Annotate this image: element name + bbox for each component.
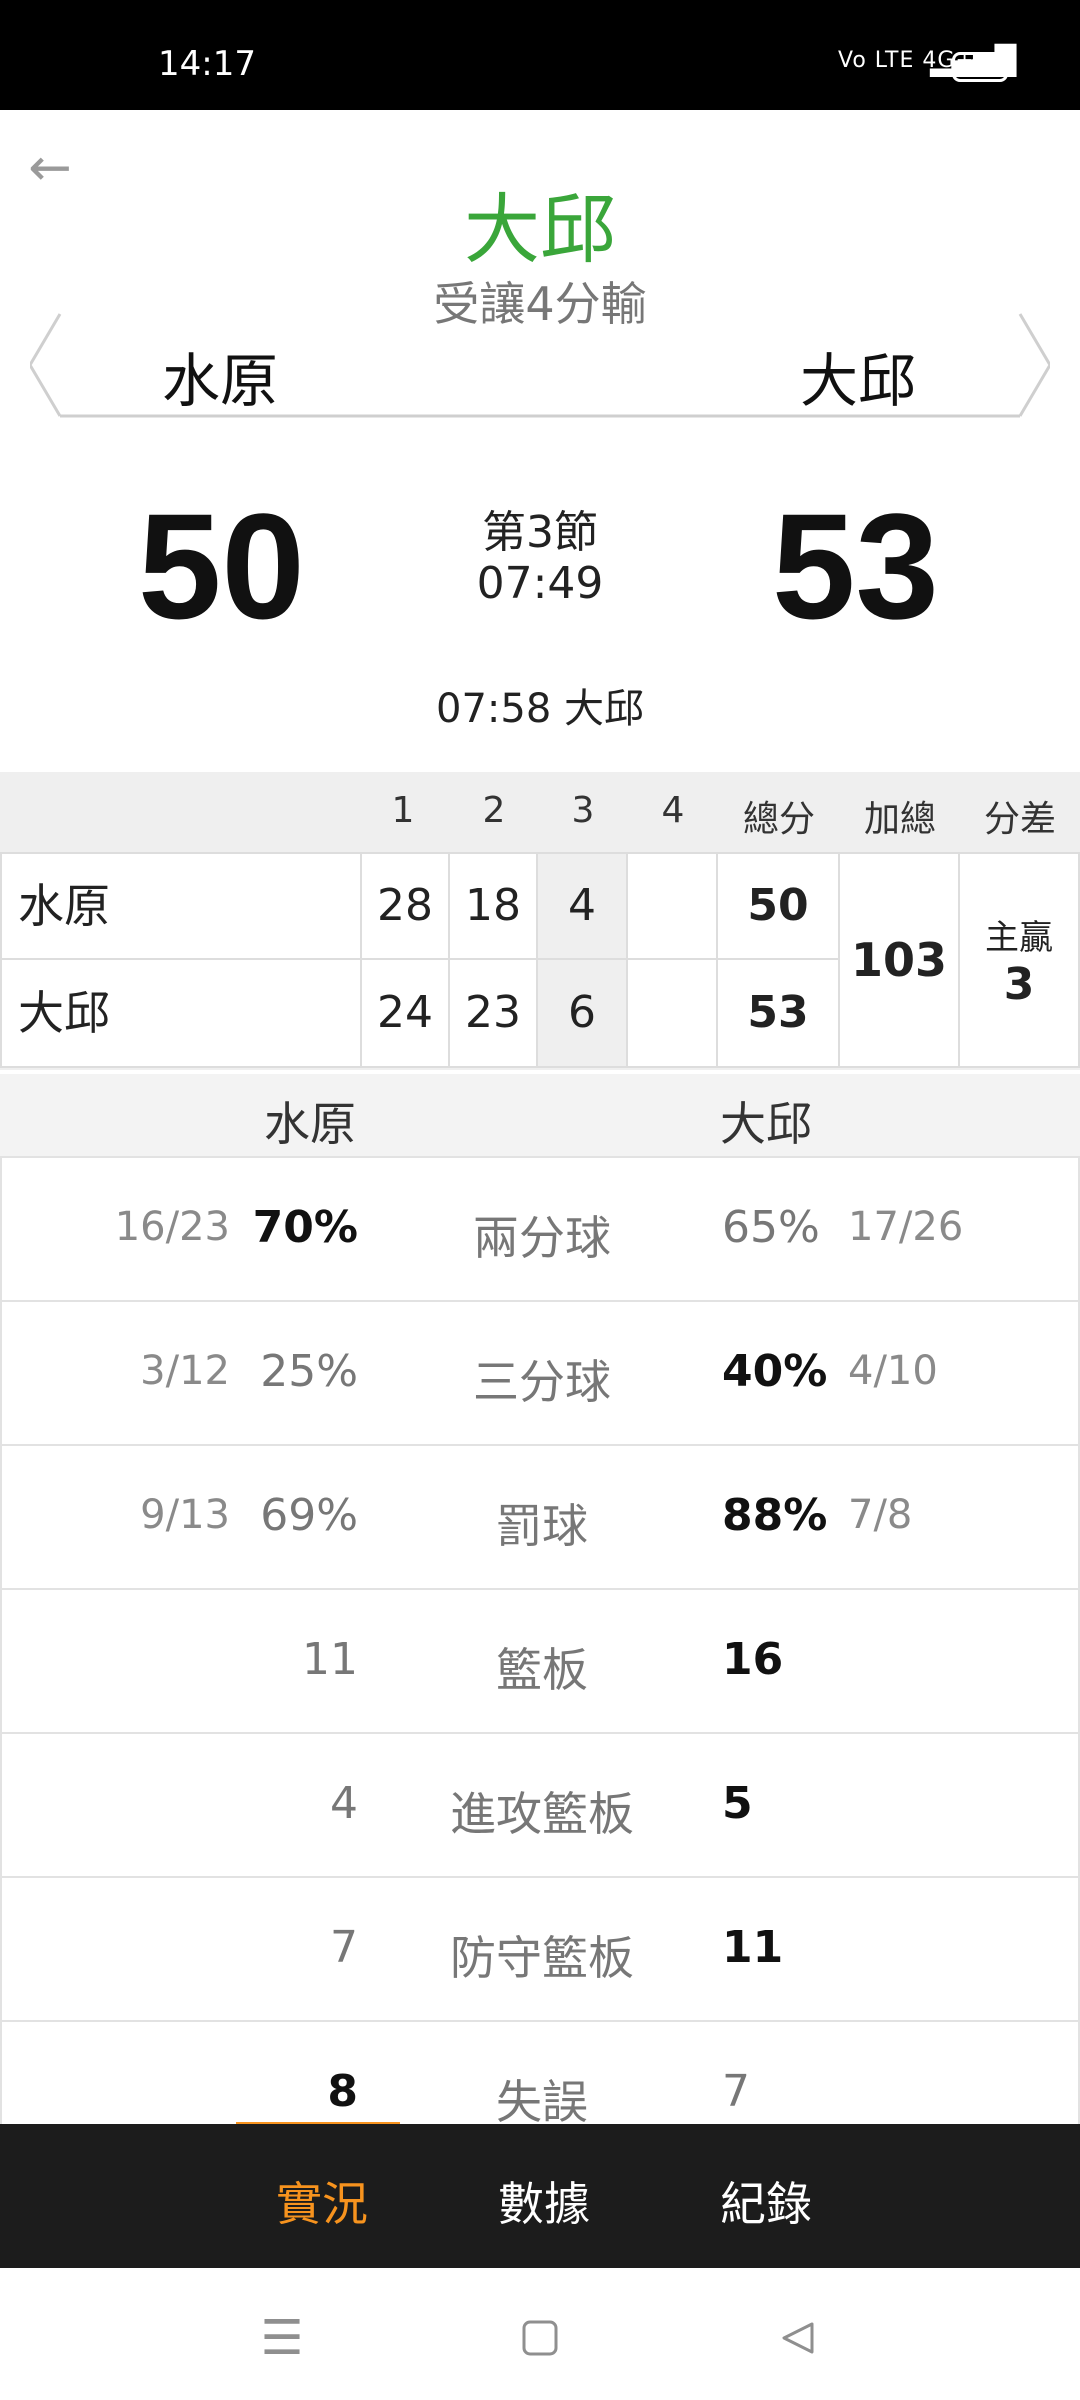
header-q3: 3 — [571, 790, 595, 831]
row2-q3: 6 — [536, 958, 628, 1068]
last-score-event: 07:58 大邱 — [436, 686, 644, 732]
row1-q4 — [626, 852, 718, 960]
stat-label: 籃板 — [496, 1643, 588, 1697]
stats-team-header: 水原 大邱 — [0, 1074, 1080, 1158]
tab-records[interactable]: 紀錄 — [720, 2168, 812, 2234]
team-bar: 水原 大邱 — [30, 310, 1050, 420]
row2-q1: 24 — [360, 958, 450, 1068]
sum-total: 103 — [838, 852, 960, 1068]
square-icon-glyph — [522, 2320, 558, 2356]
stat-row-rebounds: 11 籃板 16 — [0, 1588, 1080, 1732]
header-q4: 4 — [661, 790, 685, 831]
away-value: 5 — [722, 1778, 753, 1829]
row2-q2: 23 — [448, 958, 538, 1068]
stat-row-ft: 9/13 69% 罰球 88% 7/8 — [0, 1444, 1080, 1588]
status-time: 14:17 — [158, 44, 256, 84]
away-fraction: 17/26 — [848, 1204, 964, 1250]
row1-team: 水原 — [0, 852, 362, 960]
row1-total: 50 — [716, 852, 840, 960]
tab-stats[interactable]: 數據 — [498, 2168, 590, 2234]
system-nav-bar: ☰ — [0, 2268, 1080, 2400]
stat-label: 罰球 — [496, 1499, 588, 1553]
bottom-tab-bar: 實況 數據 紀錄 — [0, 2124, 1080, 2268]
winner-label: 大邱 — [464, 185, 616, 274]
diff-value: 3 — [1003, 959, 1035, 1010]
header-q1: 1 — [391, 790, 415, 831]
diff-label: 主贏 — [985, 918, 1053, 958]
header-diff: 分差 — [983, 799, 1056, 840]
match-header: ← 大邱 受讓4分輸 水原 大邱 50 第3節 07:49 53 07:58 大… — [0, 110, 1080, 770]
quarter-table-header: 1 2 3 4 總分 加總 分差 — [0, 772, 1080, 852]
home-team-name[interactable]: 水原 — [162, 334, 278, 418]
stat-row-def-rebounds: 7 防守籃板 11 — [0, 1876, 1080, 2020]
row1-q1: 28 — [360, 852, 450, 960]
stat-label: 防守籃板 — [450, 1931, 634, 1985]
stats-home-team: 水原 — [264, 1097, 356, 1151]
triangle-back-icon[interactable] — [768, 2308, 828, 2368]
away-value: 16 — [722, 1634, 784, 1685]
row2-team: 大邱 — [0, 958, 362, 1068]
away-value: 65% — [722, 1202, 820, 1253]
header-q2: 2 — [482, 790, 506, 831]
stat-label: 進攻籃板 — [450, 1787, 634, 1841]
row1-q3: 4 — [536, 852, 628, 960]
quarter-score-table: 1 2 3 4 總分 加總 分差 水原 28 18 4 50 大邱 24 23 … — [0, 772, 1080, 1070]
stat-row-3pt: 3/12 25% 三分球 40% 4/10 — [0, 1300, 1080, 1444]
row1-q2: 18 — [448, 852, 538, 960]
away-fraction: 4/10 — [848, 1348, 938, 1394]
row2-q4 — [626, 958, 718, 1068]
stat-row-off-rebounds: 4 進攻籃板 5 — [0, 1732, 1080, 1876]
away-value: 11 — [722, 1922, 784, 1973]
header-total: 總分 — [742, 799, 815, 840]
stat-row-2pt: 16/23 70% 兩分球 65% 17/26 — [0, 1156, 1080, 1300]
away-value: 40% — [722, 1346, 828, 1397]
stats-away-team: 大邱 — [720, 1097, 812, 1151]
header-sum: 加總 — [863, 799, 936, 840]
away-team-name[interactable]: 大邱 — [800, 334, 916, 418]
tab-live[interactable]: 實況 — [276, 2168, 368, 2234]
triangle-back-icon-glyph — [782, 2322, 814, 2354]
row2-total: 53 — [716, 958, 840, 1068]
battery-icon: 81 — [952, 52, 1014, 82]
menu-icon[interactable]: ☰ — [252, 2308, 312, 2368]
status-bar: 14:17 Vo LTE 4G+ ▂▄▆█ 81 — [0, 0, 1080, 110]
score-diff: 主贏 3 — [958, 852, 1080, 1068]
stat-label: 失誤 — [496, 2075, 588, 2129]
away-score: 53 — [772, 482, 939, 650]
away-value: 7 — [722, 2066, 750, 2117]
away-value: 88% — [722, 1490, 828, 1541]
away-fraction: 7/8 — [848, 1492, 913, 1538]
square-icon[interactable] — [510, 2308, 570, 2368]
